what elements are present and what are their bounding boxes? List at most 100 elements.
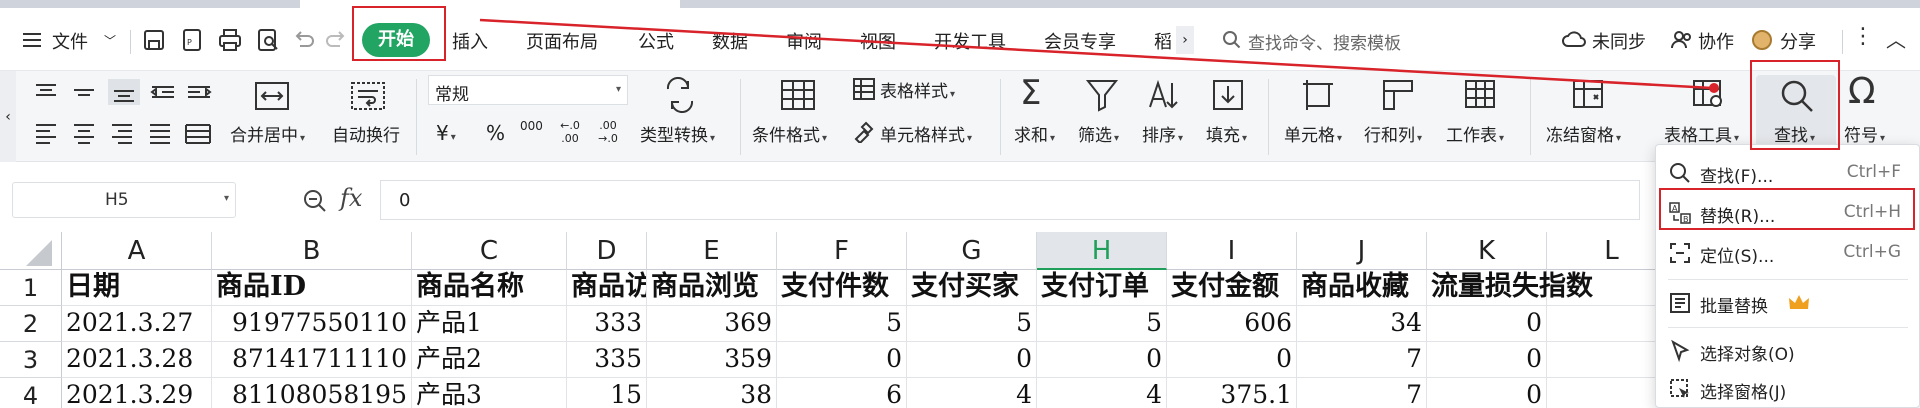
table-cell[interactable]: 商品名称: [412, 270, 567, 306]
freeze-panes-button[interactable]: 冻结窗格 ▾: [1546, 121, 1621, 146]
symbol-button[interactable]: 符号 ▾: [1844, 121, 1885, 146]
search-input[interactable]: 查找命令、搜索模板: [1218, 22, 1508, 56]
column-header-b[interactable]: B: [212, 232, 412, 270]
table-cell[interactable]: 359: [647, 342, 777, 378]
merge-center-button[interactable]: 合并居中 ▾: [230, 121, 305, 146]
tab-view[interactable]: 视图: [860, 28, 896, 54]
menu-item-select-objects[interactable]: 选择对象(O): [1656, 331, 1919, 369]
table-cell[interactable]: 335: [567, 342, 647, 378]
fill-icon[interactable]: [1210, 77, 1246, 113]
thousands-separator-button[interactable]: 000: [520, 119, 543, 133]
conditional-format-icon[interactable]: [778, 77, 818, 113]
menu-item-batch-replace[interactable]: 批量替换: [1656, 283, 1919, 321]
tab-developer[interactable]: 开发工具: [934, 28, 1006, 54]
more-options-icon[interactable]: ⋮: [1852, 24, 1874, 49]
table-cell[interactable]: 7: [1297, 378, 1427, 408]
table-cell[interactable]: 日期: [62, 270, 212, 306]
table-cell[interactable]: 4: [1037, 378, 1167, 408]
table-cell[interactable]: 商品收藏: [1297, 270, 1427, 306]
row-header[interactable]: 2: [0, 306, 62, 342]
chevron-down-icon[interactable]: ▾: [224, 193, 229, 204]
tab-review[interactable]: 审阅: [786, 28, 822, 54]
tab-more[interactable]: 稻: [1154, 28, 1172, 54]
table-cell[interactable]: 38: [647, 378, 777, 408]
filter-button[interactable]: 筛选 ▾: [1078, 121, 1119, 146]
sort-icon[interactable]: [1146, 77, 1182, 113]
conditional-format-button[interactable]: 条件格式 ▾: [752, 121, 827, 146]
tab-insert[interactable]: 插入: [452, 28, 488, 54]
column-header-i[interactable]: I: [1167, 232, 1297, 270]
tabs-scroll-right-icon[interactable]: ›: [1176, 26, 1194, 54]
worksheet-icon[interactable]: [1462, 77, 1498, 113]
tab-formulas[interactable]: 公式: [638, 28, 674, 54]
print-icon[interactable]: [216, 26, 244, 54]
column-header-f[interactable]: F: [777, 232, 907, 270]
table-cell[interactable]: 0: [907, 342, 1037, 378]
table-cell[interactable]: 商品ID: [212, 270, 412, 306]
table-cell[interactable]: 2021.3.28: [62, 342, 212, 378]
table-cell[interactable]: 333: [567, 306, 647, 342]
alignment-icons[interactable]: [32, 77, 228, 157]
table-cell[interactable]: 5: [907, 306, 1037, 342]
cell-style-button[interactable]: 单元格样式 ▾: [880, 121, 972, 146]
table-cell[interactable]: 5: [777, 306, 907, 342]
table-cell[interactable]: 375.1: [1167, 378, 1297, 408]
column-header-k[interactable]: K: [1427, 232, 1547, 270]
table-cell[interactable]: 0: [1037, 342, 1167, 378]
table-cell[interactable]: 0: [1427, 342, 1547, 378]
table-cell[interactable]: 0: [777, 342, 907, 378]
rows-columns-icon[interactable]: [1380, 77, 1416, 113]
table-cell[interactable]: 7: [1297, 342, 1427, 378]
column-header-j[interactable]: J: [1297, 232, 1427, 270]
table-cell[interactable]: 支付件数: [777, 270, 907, 306]
table-cell[interactable]: 606: [1167, 306, 1297, 342]
worksheet-button[interactable]: 工作表 ▾: [1446, 121, 1504, 146]
ribbon-scroll-left-icon[interactable]: ‹: [0, 71, 16, 163]
row-header[interactable]: 1: [0, 270, 62, 306]
wrap-text-button[interactable]: 自动换行: [332, 121, 400, 146]
table-cell[interactable]: 产品1: [412, 306, 567, 342]
formula-input[interactable]: 0: [380, 180, 1640, 220]
decrease-decimal-button[interactable]: .00 →.0: [594, 119, 622, 145]
export-pdf-icon[interactable]: P: [178, 26, 206, 54]
symbol-icon[interactable]: Ω: [1848, 71, 1876, 112]
collaborate-icon[interactable]: [1668, 26, 1696, 54]
share-button[interactable]: 分享: [1780, 28, 1816, 54]
table-cell[interactable]: 4: [907, 378, 1037, 408]
collaborate-button[interactable]: 协作: [1698, 28, 1734, 54]
tab-member[interactable]: 会员专享: [1044, 28, 1116, 54]
type-convert-button[interactable]: 类型转换 ▾: [640, 121, 715, 146]
table-cell[interactable]: 2021.3.27: [62, 306, 212, 342]
table-cell[interactable]: 0: [1427, 378, 1547, 408]
row-header[interactable]: 3: [0, 342, 62, 378]
wrap-text-icon[interactable]: [348, 79, 388, 115]
table-cell[interactable]: 15: [567, 378, 647, 408]
table-cell[interactable]: 商品访: [567, 270, 647, 306]
tab-page-layout[interactable]: 页面布局: [526, 28, 598, 54]
menu-item-find[interactable]: 查找(F)... Ctrl+F: [1656, 153, 1919, 191]
sum-icon[interactable]: Σ: [1020, 73, 1041, 113]
table-cell[interactable]: 支付金额: [1167, 270, 1297, 306]
merge-center-icon[interactable]: [252, 79, 292, 115]
table-cell[interactable]: 支付订单: [1037, 270, 1167, 306]
table-cell[interactable]: 34: [1297, 306, 1427, 342]
fill-button[interactable]: 填充 ▾: [1206, 121, 1247, 146]
menu-item-goto[interactable]: 定位(S)... Ctrl+G: [1656, 233, 1919, 271]
save-icon[interactable]: [140, 26, 168, 54]
file-menu[interactable]: 文件: [52, 28, 88, 54]
cloud-sync-icon[interactable]: [1560, 26, 1588, 54]
table-cell[interactable]: 产品3: [412, 378, 567, 408]
sort-button[interactable]: 排序 ▾: [1142, 121, 1183, 146]
print-preview-icon[interactable]: [254, 26, 282, 54]
spreadsheet-grid[interactable]: ABCDEFGHIJKL 1 日期 商品ID 商品名称 商品访 商品浏览 支付件数 支付买家支…: [0, 232, 1920, 408]
cell-icon[interactable]: [1300, 77, 1336, 113]
sum-button[interactable]: 求和 ▾: [1014, 121, 1055, 146]
table-cell[interactable]: 5: [1037, 306, 1167, 342]
table-cell[interactable]: 369: [647, 306, 777, 342]
rows-columns-button[interactable]: 行和列 ▾: [1364, 121, 1422, 146]
table-cell[interactable]: 2021.3.29: [62, 378, 212, 408]
zoom-formula-icon[interactable]: [302, 188, 328, 214]
table-cell[interactable]: 91977550110: [212, 306, 412, 342]
column-header-a[interactable]: A: [62, 232, 212, 270]
column-header-e[interactable]: E: [647, 232, 777, 270]
